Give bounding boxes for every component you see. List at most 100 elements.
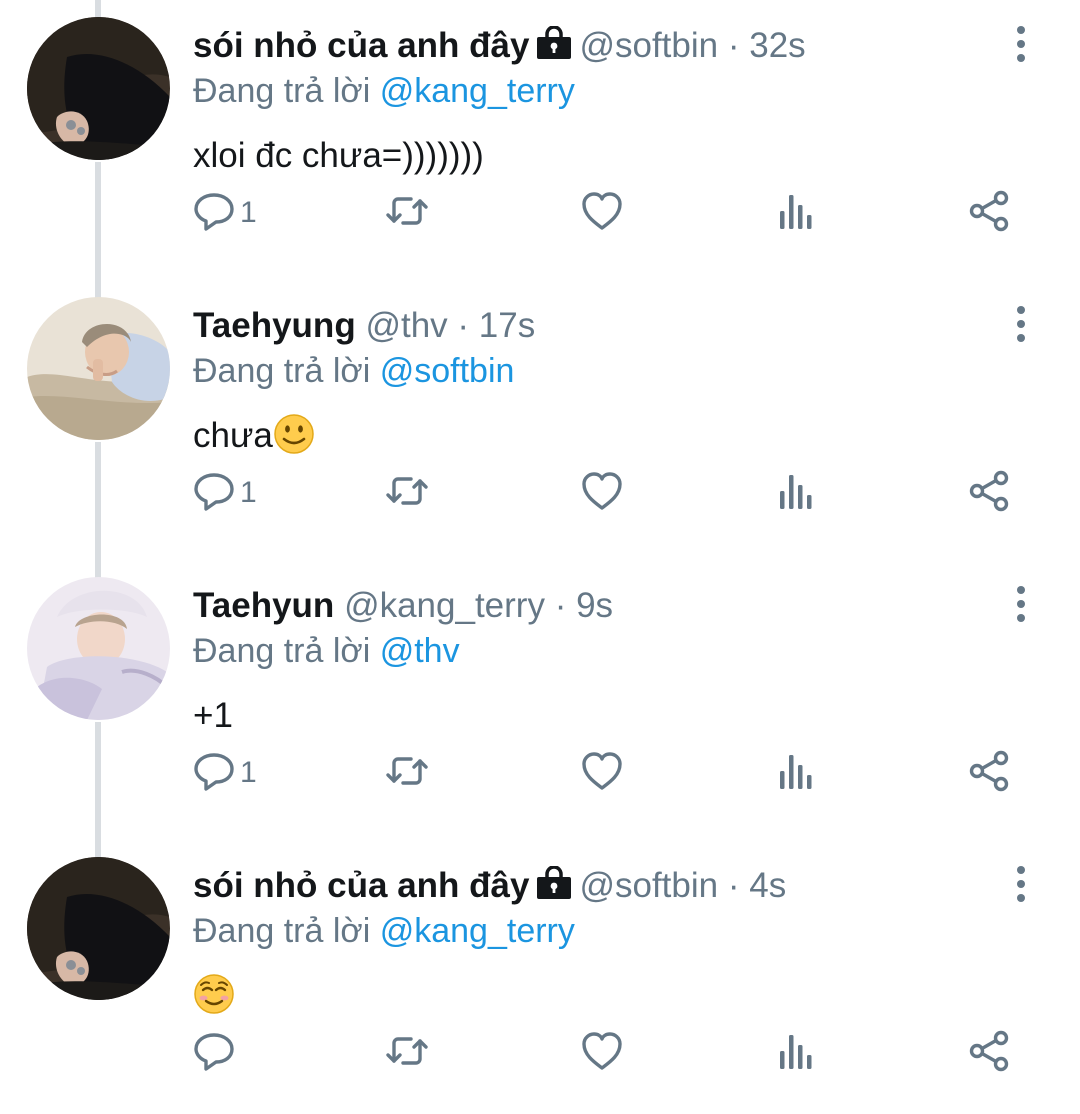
more-vertical-icon[interactable] bbox=[1006, 24, 1036, 64]
smiling-face-icon bbox=[193, 973, 235, 1015]
like-button[interactable] bbox=[580, 188, 624, 238]
tweet-actions: 1 bbox=[0, 188, 1080, 238]
avatar[interactable] bbox=[27, 17, 170, 160]
timestamp[interactable]: 4s bbox=[749, 866, 786, 905]
analytics-icon bbox=[775, 1029, 819, 1078]
analytics-button[interactable] bbox=[775, 468, 819, 518]
tweet-header: sói nhỏ của anh đây @softbin · 4s bbox=[193, 862, 786, 910]
replying-to: Đang trả lời @softbin bbox=[193, 348, 514, 394]
heart-icon bbox=[580, 469, 624, 518]
tweet-header: Taehyung @thv · 17s bbox=[193, 302, 535, 350]
reply-button[interactable]: 1 bbox=[192, 748, 257, 798]
share-button[interactable] bbox=[968, 188, 1012, 238]
reply-icon bbox=[192, 1029, 236, 1078]
analytics-icon bbox=[775, 749, 819, 798]
retweet-icon bbox=[385, 469, 429, 518]
tweet-header: Taehyun @kang_terry · 9s bbox=[193, 582, 613, 630]
reply-thread: sói nhỏ của anh đây @softbin · 32s Đang tr… bbox=[0, 0, 1080, 1114]
tweet-text-content: +1 bbox=[193, 696, 233, 735]
tweet[interactable]: Taehyun @kang_terry · 9s Đang trả lời @th… bbox=[0, 560, 1080, 840]
display-name[interactable]: sói nhỏ của anh đây bbox=[193, 866, 529, 905]
display-name[interactable]: Taehyung bbox=[193, 306, 356, 345]
reply-icon bbox=[192, 749, 236, 798]
like-button[interactable] bbox=[580, 468, 624, 518]
reply-icon bbox=[192, 469, 236, 518]
like-button[interactable] bbox=[580, 748, 624, 798]
tweet-header: sói nhỏ của anh đây @softbin · 32s bbox=[193, 22, 806, 70]
analytics-icon bbox=[775, 469, 819, 518]
replying-to: Đang trả lời @thv bbox=[193, 628, 460, 674]
retweet-icon bbox=[385, 1029, 429, 1078]
analytics-button[interactable] bbox=[775, 1028, 819, 1078]
retweet-icon bbox=[385, 749, 429, 798]
tweet-text-content: xloi đc chưa=))))))) bbox=[193, 136, 484, 175]
share-button[interactable] bbox=[968, 1028, 1012, 1078]
replying-to-label: Đang trả lời bbox=[193, 72, 371, 110]
tweet[interactable]: sói nhỏ của anh đây @softbin · 4s Đang trả… bbox=[0, 840, 1080, 1114]
analytics-icon bbox=[775, 189, 819, 238]
replying-to-label: Đang trả lời bbox=[193, 912, 371, 950]
display-name[interactable]: sói nhỏ của anh đây bbox=[193, 26, 529, 65]
replying-to-label: Đang trả lời bbox=[193, 632, 371, 670]
share-button[interactable] bbox=[968, 748, 1012, 798]
like-button[interactable] bbox=[580, 1028, 624, 1078]
tweet[interactable]: sói nhỏ của anh đây @softbin · 32s Đang tr… bbox=[0, 0, 1080, 280]
share-icon bbox=[968, 749, 1012, 798]
heart-icon bbox=[580, 189, 624, 238]
separator-dot: · bbox=[554, 586, 567, 625]
tweet-text: chưa bbox=[193, 412, 315, 460]
reply-count: 1 bbox=[240, 196, 257, 229]
avatar[interactable] bbox=[27, 297, 170, 440]
mention-link[interactable]: @kang_terry bbox=[380, 72, 575, 110]
tweet-actions bbox=[0, 1028, 1080, 1078]
analytics-button[interactable] bbox=[775, 748, 819, 798]
analytics-button[interactable] bbox=[775, 188, 819, 238]
user-handle[interactable]: @kang_terry bbox=[344, 586, 545, 625]
more-vertical-icon[interactable] bbox=[1006, 304, 1036, 344]
tweet-text: xloi đc chưa=))))))) bbox=[193, 132, 484, 180]
tweet[interactable]: Taehyung @thv · 17s Đang trả lời @softbin… bbox=[0, 280, 1080, 560]
retweet-button[interactable] bbox=[385, 468, 429, 518]
tweet-text: +1 bbox=[193, 692, 233, 740]
heart-icon bbox=[580, 749, 624, 798]
share-icon bbox=[968, 189, 1012, 238]
retweet-icon bbox=[385, 189, 429, 238]
reply-icon bbox=[192, 189, 236, 238]
more-vertical-icon[interactable] bbox=[1006, 864, 1036, 904]
mention-link[interactable]: @softbin bbox=[380, 352, 515, 390]
separator-dot: · bbox=[457, 306, 470, 345]
slightly-smiling-face-icon bbox=[273, 413, 315, 455]
timestamp[interactable]: 32s bbox=[749, 26, 805, 65]
lock-icon bbox=[535, 25, 573, 59]
replying-to: Đang trả lời @kang_terry bbox=[193, 68, 575, 114]
timestamp[interactable]: 17s bbox=[479, 306, 535, 345]
timestamp[interactable]: 9s bbox=[576, 586, 613, 625]
mention-link[interactable]: @thv bbox=[380, 632, 460, 670]
reply-button[interactable]: 1 bbox=[192, 468, 257, 518]
tweet-actions: 1 bbox=[0, 748, 1080, 798]
retweet-button[interactable] bbox=[385, 1028, 429, 1078]
avatar[interactable] bbox=[27, 857, 170, 1000]
retweet-button[interactable] bbox=[385, 188, 429, 238]
reply-count: 1 bbox=[240, 476, 257, 509]
user-handle[interactable]: @softbin bbox=[579, 26, 718, 65]
share-button[interactable] bbox=[968, 468, 1012, 518]
retweet-button[interactable] bbox=[385, 748, 429, 798]
reply-button[interactable] bbox=[192, 1028, 240, 1078]
more-vertical-icon[interactable] bbox=[1006, 584, 1036, 624]
replying-to-label: Đang trả lời bbox=[193, 352, 371, 390]
reply-button[interactable]: 1 bbox=[192, 188, 257, 238]
separator-dot: · bbox=[727, 26, 740, 65]
tweet-text bbox=[193, 972, 235, 1020]
display-name[interactable]: Taehyun bbox=[193, 586, 334, 625]
avatar[interactable] bbox=[27, 577, 170, 720]
separator-dot: · bbox=[727, 866, 740, 905]
user-handle[interactable]: @softbin bbox=[579, 866, 718, 905]
tweet-text-content: chưa bbox=[193, 416, 273, 455]
lock-icon bbox=[535, 865, 573, 899]
mention-link[interactable]: @kang_terry bbox=[380, 912, 575, 950]
user-handle[interactable]: @thv bbox=[365, 306, 447, 345]
reply-count: 1 bbox=[240, 756, 257, 789]
tweet-actions: 1 bbox=[0, 468, 1080, 518]
heart-icon bbox=[580, 1029, 624, 1078]
